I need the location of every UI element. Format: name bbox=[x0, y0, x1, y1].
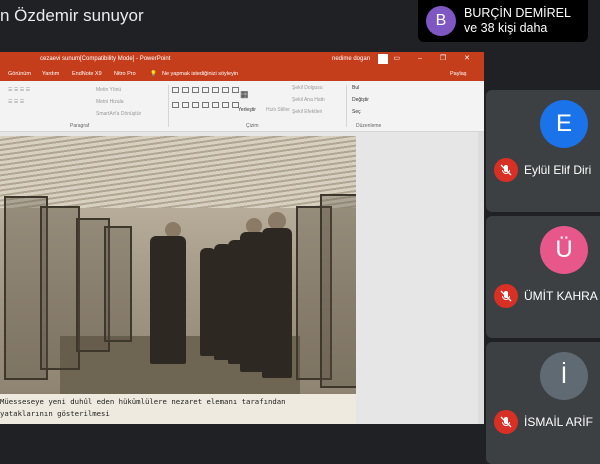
shape-fill[interactable]: Şekil Dolgusu bbox=[292, 85, 323, 91]
avatar: E bbox=[540, 100, 588, 148]
guard-figure bbox=[150, 236, 186, 364]
drawing-group-label: Çizim bbox=[246, 123, 259, 129]
text-direction[interactable]: Metin Yönü bbox=[96, 87, 121, 93]
ppt-ribbon: ☰ ☰ ☰ ☰ ☰ ☰ ☰ Metin Yönü Metni Hizala Sm… bbox=[0, 81, 484, 132]
arrange-icon: ▦ bbox=[240, 89, 249, 99]
menu-view[interactable]: Görünüm bbox=[8, 71, 31, 77]
join-text: BURÇİN DEMİREL ve 38 kişi daha bbox=[464, 6, 571, 36]
participant-tile[interactable]: İ İSMAİL ARİF bbox=[486, 342, 600, 464]
mic-off-icon bbox=[494, 284, 518, 308]
avatar: Ü bbox=[540, 226, 588, 274]
align-left-icon[interactable]: ☰ ☰ ☰ ☰ bbox=[8, 87, 30, 93]
avatar: B bbox=[426, 6, 456, 36]
caption-line-1: Müesseseye yeni duhûl eden hükümlülere n… bbox=[0, 397, 286, 406]
convert-smartart[interactable]: SmartArt'a Dönüştür bbox=[96, 111, 141, 117]
divider bbox=[168, 85, 169, 127]
find-button[interactable]: Bul bbox=[352, 85, 359, 91]
caption-line-2: yataklarının gösterilmesi bbox=[0, 409, 110, 418]
indent-icon[interactable]: ☰ ☰ ☰ bbox=[8, 99, 24, 105]
participant-name: İSMAİL ARİF bbox=[524, 415, 593, 429]
shape-effects[interactable]: Şekil Efektleri bbox=[292, 109, 322, 115]
ppt-user-name: nedime dogan bbox=[332, 56, 371, 62]
mic-off-icon bbox=[494, 158, 518, 182]
menu-tell-me[interactable]: Ne yapmak istediğinizi söyleyin bbox=[162, 71, 238, 77]
bunk-bed bbox=[320, 194, 356, 388]
participants-panel: E Eylül Elif Diri Ü ÜMİT KAHRA İ İSMAİL … bbox=[486, 90, 600, 464]
ppt-titlebar: cezaevi sunum[Compatibility Mode] - Powe… bbox=[0, 52, 484, 66]
paragraph-group-label: Paragraf bbox=[70, 123, 90, 129]
join-notification[interactable]: B BURÇİN DEMİREL ve 38 kişi daha bbox=[418, 0, 588, 42]
replace-button[interactable]: Değiştir bbox=[352, 97, 369, 103]
participant-name: ÜMİT KAHRA bbox=[524, 289, 598, 303]
window-controls[interactable]: ▭ – ❐ ✕ bbox=[394, 54, 478, 62]
join-name: BURÇİN DEMİREL bbox=[464, 6, 571, 20]
ppt-menubar: Görünüm Yardım EndNote X9 Nitro Pro 💡 Ne… bbox=[0, 66, 484, 81]
vertical-scrollbar[interactable] bbox=[478, 132, 484, 424]
participant-name: Eylül Elif Diri bbox=[524, 163, 592, 177]
menu-help[interactable]: Yardım bbox=[42, 71, 59, 77]
slide-photo bbox=[0, 136, 356, 394]
menu-nitro[interactable]: Nitro Pro bbox=[114, 71, 136, 77]
shared-screen-powerpoint: cezaevi sunum[Compatibility Mode] - Powe… bbox=[0, 52, 484, 424]
shape-outline[interactable]: Şekil Ana Hattı bbox=[292, 97, 325, 103]
ceiling bbox=[0, 136, 356, 208]
participant-tile[interactable]: E Eylül Elif Diri bbox=[486, 90, 600, 212]
mic-off-icon bbox=[494, 410, 518, 434]
user-picture-icon bbox=[378, 54, 388, 64]
divider bbox=[346, 85, 347, 127]
quick-styles-button[interactable]: Hızlı Stiller bbox=[266, 107, 290, 113]
slide-caption: Müesseseye yeni duhûl eden hükümlülere n… bbox=[0, 396, 356, 420]
arrange-button[interactable]: Yerleştir bbox=[238, 107, 256, 113]
shapes-gallery[interactable] bbox=[172, 87, 239, 115]
ppt-document-title: cezaevi sunum[Compatibility Mode] - Powe… bbox=[40, 56, 171, 62]
align-text[interactable]: Metni Hizala bbox=[96, 99, 124, 105]
menu-share[interactable]: Paylaş bbox=[450, 71, 467, 77]
bunk-bed bbox=[104, 226, 132, 342]
person-figure bbox=[262, 228, 292, 378]
lightbulb-icon: 💡 bbox=[150, 71, 157, 77]
participant-tile[interactable]: Ü ÜMİT KAHRA bbox=[486, 216, 600, 338]
join-more: ve 38 kişi daha bbox=[464, 21, 548, 35]
select-button[interactable]: Seç bbox=[352, 109, 361, 115]
menu-endnote[interactable]: EndNote X9 bbox=[72, 71, 102, 77]
presenter-title: n Özdemir sunuyor bbox=[0, 6, 144, 25]
editing-group-label: Düzenleme bbox=[356, 123, 382, 129]
bunk-bed bbox=[40, 206, 80, 370]
avatar: İ bbox=[540, 352, 588, 400]
